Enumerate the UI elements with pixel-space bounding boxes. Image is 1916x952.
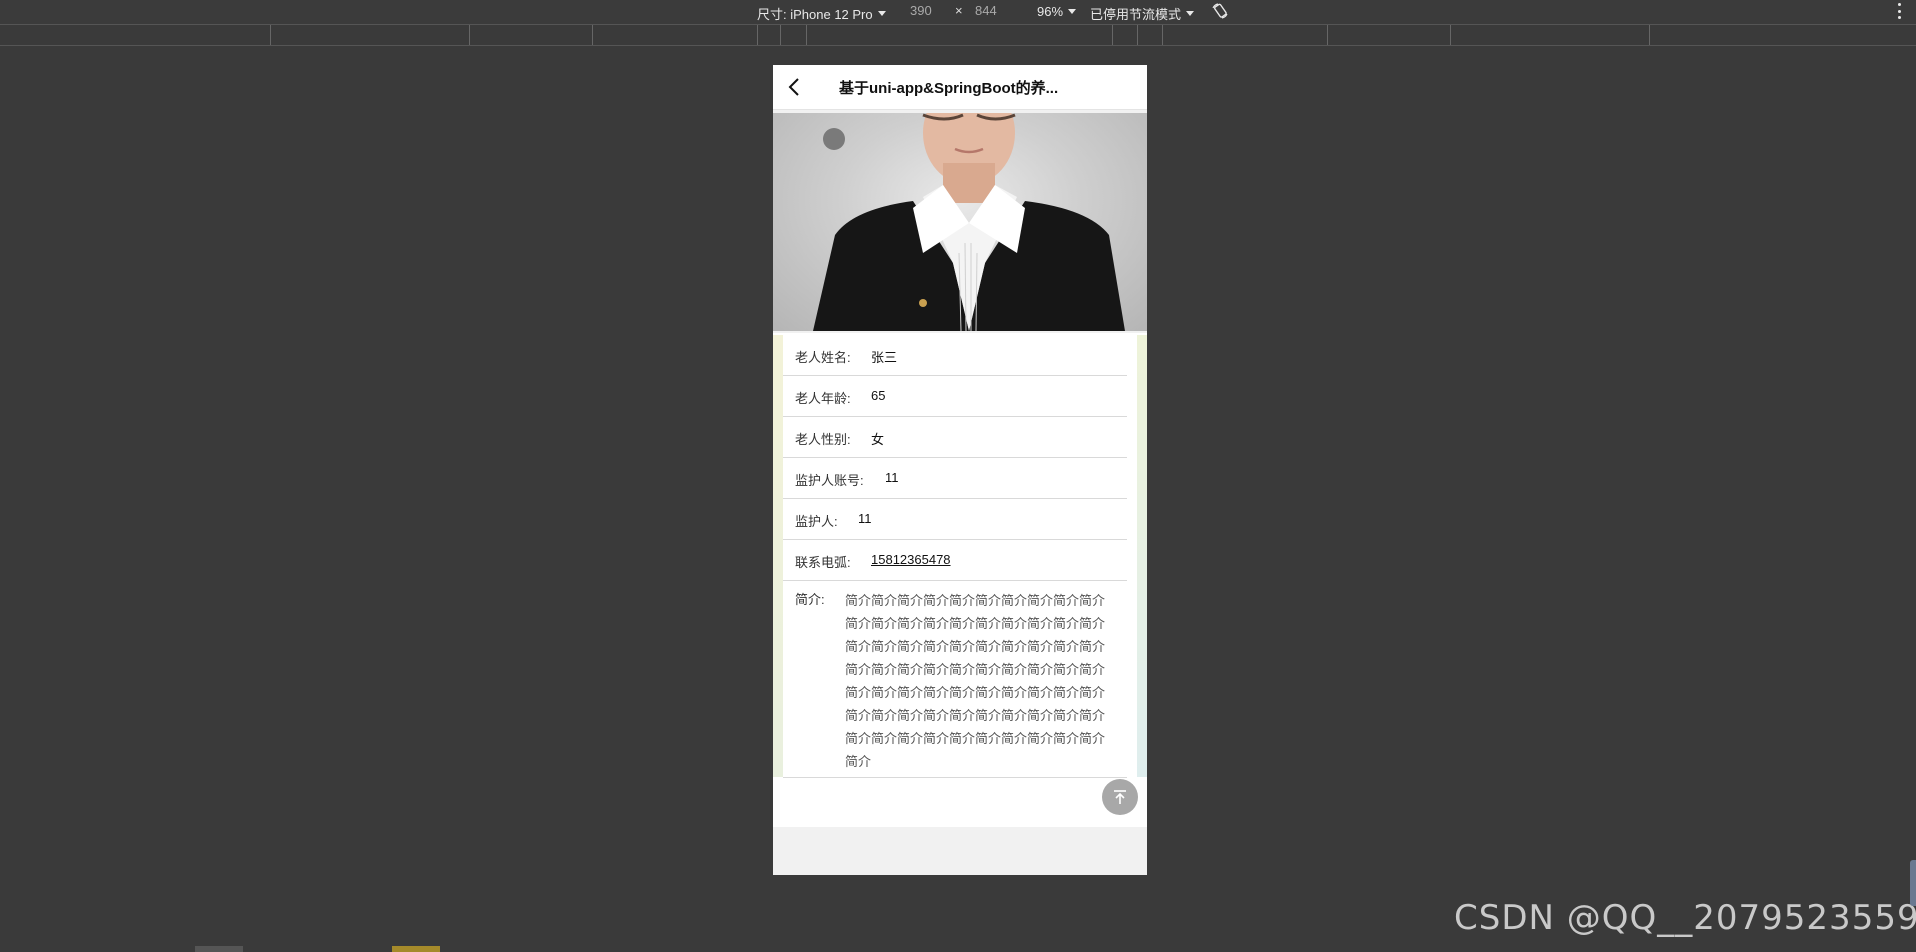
bottom-mark bbox=[195, 946, 243, 952]
side-scroll-tab[interactable] bbox=[1910, 860, 1916, 906]
field-label: 老人性别: bbox=[795, 432, 851, 447]
elder-photo bbox=[773, 113, 1147, 331]
field-row-gender: 老人性别: 女 bbox=[783, 417, 1127, 458]
field-value: 11 bbox=[885, 470, 899, 485]
back-arrow-icon[interactable] bbox=[785, 76, 805, 98]
elder-info-card: 老人姓名: 张三 老人年龄: 65 老人性别: 女 监护人账号: 11 监护人:… bbox=[773, 333, 1147, 783]
floating-dot bbox=[823, 128, 845, 150]
arrow-up-icon bbox=[1114, 790, 1126, 804]
media-query-ruler bbox=[0, 24, 1916, 46]
throttle-dropdown[interactable]: 已停用节流模式 bbox=[1090, 4, 1195, 23]
zoom-label: 96% bbox=[1037, 4, 1064, 19]
times-sign: × bbox=[955, 3, 963, 18]
field-label: 老人姓名: bbox=[795, 350, 851, 365]
phone-link[interactable]: 15812365478 bbox=[871, 552, 951, 567]
field-row-phone: 联系电弧: 15812365478 bbox=[783, 540, 1127, 581]
intro-section: 简介: 简介简介简介简介简介简介简介简介简介简介简介简介简介简介简介简介简介简介… bbox=[783, 577, 1127, 778]
devtools-toolbar: 尺寸: iPhone 12 Pro 390 × 844 96% 已停用节流模式 bbox=[0, 0, 1916, 24]
chevron-down-icon bbox=[877, 11, 886, 16]
bottom-mark bbox=[392, 946, 440, 952]
field-value: 女 bbox=[871, 432, 885, 447]
field-label: 监护人: bbox=[795, 514, 838, 529]
device-size-label: 尺寸: iPhone 12 Pro bbox=[757, 7, 873, 22]
height-input[interactable]: 844 bbox=[975, 3, 997, 18]
page-title: 基于uni-app&SpringBoot的养... bbox=[839, 80, 1059, 97]
field-value: 65 bbox=[871, 388, 886, 403]
more-options-icon[interactable] bbox=[1898, 3, 1902, 19]
bottom-bar bbox=[773, 783, 1147, 827]
chevron-down-icon bbox=[1068, 9, 1077, 14]
field-row-name: 老人姓名: 张三 bbox=[783, 335, 1127, 376]
field-label: 老人年龄: bbox=[795, 391, 851, 406]
nav-bar: 基于uni-app&SpringBoot的养... bbox=[773, 65, 1147, 110]
field-row-guardian-account: 监护人账号: 11 bbox=[783, 458, 1127, 499]
device-viewport: 基于uni-app&SpringBoot的养... 老人姓名: 张三 老人年龄:… bbox=[773, 65, 1147, 875]
field-value: 张三 bbox=[871, 350, 898, 365]
width-input[interactable]: 390 bbox=[910, 3, 932, 18]
back-to-top-button[interactable] bbox=[1102, 779, 1138, 815]
chevron-down-icon bbox=[1186, 11, 1195, 16]
field-label: 联系电弧: bbox=[795, 555, 851, 570]
watermark: CSDN @QQ__2079523559 bbox=[1454, 898, 1916, 938]
field-value: 11 bbox=[858, 511, 872, 526]
field-row-guardian: 监护人: 11 bbox=[783, 499, 1127, 540]
device-size-dropdown[interactable]: 尺寸: iPhone 12 Pro bbox=[757, 4, 886, 23]
rotate-icon[interactable] bbox=[1211, 2, 1229, 20]
intro-text: 简介简介简介简介简介简介简介简介简介简介简介简介简介简介简介简介简介简介简介简介… bbox=[845, 593, 1106, 769]
intro-label: 简介: bbox=[795, 592, 825, 607]
throttle-label: 已停用节流模式 bbox=[1090, 7, 1182, 22]
zoom-dropdown[interactable]: 96% bbox=[1037, 4, 1077, 19]
field-label: 监护人账号: bbox=[795, 473, 864, 488]
field-row-age: 老人年龄: 65 bbox=[783, 376, 1127, 417]
